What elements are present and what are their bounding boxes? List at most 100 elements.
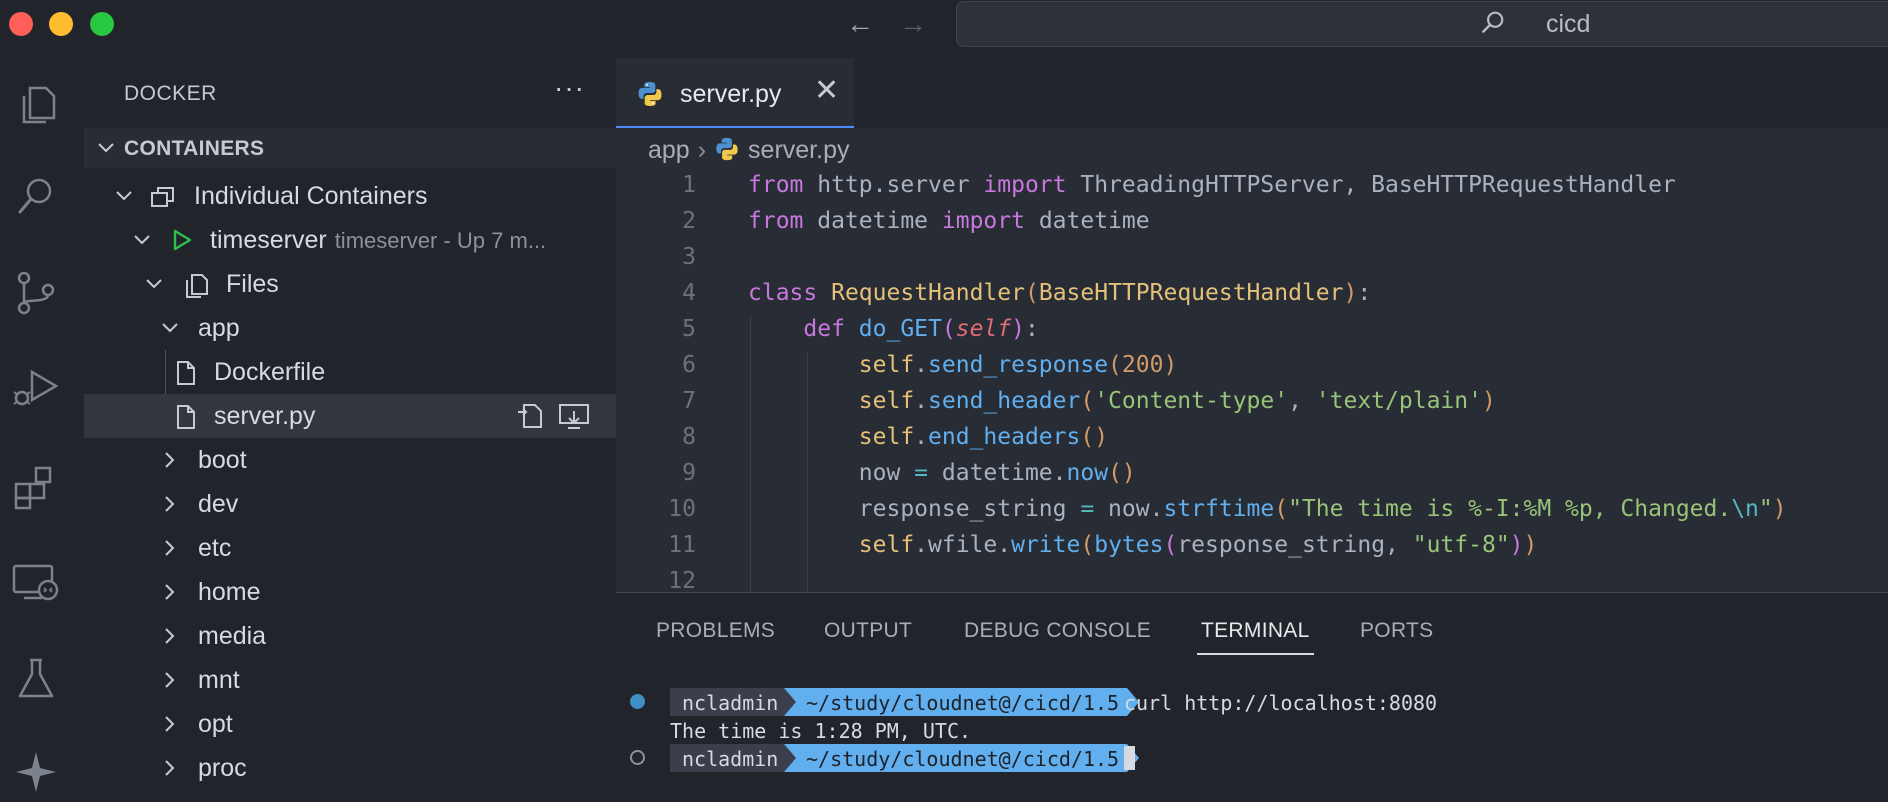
tree-item-individual-containers[interactable]: Individual Containers — [84, 174, 616, 218]
back-arrow-icon[interactable]: ← — [846, 8, 874, 40]
python-file-icon — [716, 137, 738, 161]
code-line: 5 def do_GET(self): — [682, 316, 1039, 342]
tree-item-folder-etc[interactable]: etc — [84, 526, 616, 570]
tree-item-label: Dockerfile — [214, 358, 326, 386]
tab-problems[interactable]: PROBLEMS — [656, 619, 775, 643]
file-icon — [177, 361, 195, 385]
tree-item-folder-dev[interactable]: dev — [84, 482, 616, 526]
chevron-right-icon — [165, 540, 175, 556]
tree-item-folder-home[interactable]: home — [84, 570, 616, 614]
extensions-icon[interactable] — [10, 460, 62, 512]
tree-item-folder-proc[interactable]: proc — [84, 746, 616, 790]
code-line: 9 now = datetime.now() — [682, 460, 1136, 486]
tree-item-label: app — [198, 314, 240, 342]
tree-item-folder-app[interactable]: app — [84, 306, 616, 350]
tree-item-label: Files — [226, 270, 279, 298]
tab-ports[interactable]: PORTS — [1360, 619, 1433, 643]
code-line: 8 self.end_headers() — [682, 424, 1109, 450]
code-editor[interactable]: 1 from http.server import ThreadingHTTPSe… — [616, 172, 1888, 592]
command-status-dot[interactable] — [630, 694, 645, 709]
search-icon — [1482, 11, 1504, 33]
tree-item-label: opt — [198, 710, 233, 738]
code-line: 11 self.wfile.write(bytes(response_strin… — [668, 532, 1538, 558]
tree-item-file-dockerfile[interactable]: Dockerfile — [84, 350, 616, 394]
tree-item-label: Individual Containers — [194, 182, 428, 210]
close-window-button[interactable] — [9, 12, 33, 36]
code-line: 4 class RequestHandler(BaseHTTPRequestHan… — [682, 280, 1372, 306]
tree-item-label: home — [198, 578, 261, 606]
open-file-icon[interactable] — [516, 402, 546, 430]
tab-terminal[interactable]: TERMINAL — [1197, 619, 1314, 655]
docker-sidebar: DOCKER ··· CONTAINERS Individual Contain… — [84, 58, 616, 802]
prompt-path: ~/study/cloudnet@/cicd/1.5 — [784, 744, 1140, 772]
run-debug-icon[interactable] — [10, 360, 62, 412]
file-icon — [177, 405, 195, 429]
tree-item-folder-opt[interactable]: opt — [84, 702, 616, 746]
containers-group-icon — [151, 187, 174, 207]
tab-label: server.py — [680, 80, 782, 108]
terminal-command: curl http://localhost:8080 — [1124, 691, 1438, 715]
code-line: 6 self.send_response(200) — [682, 352, 1178, 378]
tree-item-label: mnt — [198, 666, 240, 694]
editor-tabs-bar: server.py ✕ — [616, 58, 1888, 128]
copilot-icon[interactable] — [10, 746, 62, 798]
minimize-window-button[interactable] — [49, 12, 73, 36]
sidebar-title: DOCKER — [124, 82, 217, 105]
containers-section-label: CONTAINERS — [124, 137, 265, 160]
breadcrumb-folder[interactable]: app — [648, 136, 690, 164]
breadcrumb-file[interactable]: server.py — [748, 136, 849, 164]
container-name: timeserver — [210, 226, 327, 254]
command-status-dot[interactable] — [630, 750, 645, 765]
tree-item-container-timeserver[interactable]: timeserver timeserver - Up 7 m... — [84, 218, 616, 262]
code-line: 2 from datetime import datetime — [682, 208, 1150, 234]
chevron-right-icon — [165, 716, 175, 732]
code-line: 10 response_string = now.strftime("The t… — [668, 496, 1787, 522]
python-file-icon — [638, 82, 662, 106]
testing-icon[interactable] — [10, 652, 62, 704]
tree-item-label: boot — [198, 446, 247, 474]
prompt-user: ncladmin — [670, 688, 791, 716]
tree-item-file-server-py[interactable]: server.py — [84, 394, 616, 438]
activity-bar — [0, 48, 84, 802]
close-tab-icon[interactable]: ✕ — [814, 76, 839, 106]
editor-area: server.py ✕ app › server.py 1 from http.se… — [616, 58, 1888, 592]
tree-item-label: media — [198, 622, 267, 650]
container-status: timeserver - Up 7 m... — [334, 228, 547, 253]
explorer-icon[interactable] — [10, 78, 62, 130]
source-control-icon[interactable] — [10, 266, 62, 318]
chevron-right-icon: › — [697, 136, 707, 164]
command-center-search[interactable] — [956, 1, 1888, 47]
tree-item-files[interactable]: Files — [84, 262, 616, 306]
tree-item-folder-boot[interactable]: boot — [84, 438, 616, 482]
tree-item-label: etc — [198, 534, 232, 562]
chevron-down-icon — [116, 191, 132, 201]
tree-item-label: proc — [198, 754, 247, 782]
search-icon[interactable] — [10, 170, 62, 222]
more-actions-button[interactable]: ··· — [554, 72, 585, 104]
bottom-panel: PROBLEMS OUTPUT DEBUG CONSOLE TERMINAL P… — [616, 592, 1888, 802]
files-icon — [186, 274, 208, 298]
containers-section-header[interactable]: CONTAINERS — [84, 128, 616, 168]
code-line: 7 self.send_header('Content-type', 'text… — [682, 388, 1496, 414]
remote-explorer-icon[interactable] — [10, 556, 62, 608]
terminal-cursor — [1124, 746, 1135, 770]
tree-item-folder-media[interactable]: media — [84, 614, 616, 658]
search-text: cicd — [1546, 10, 1591, 38]
maximize-window-button[interactable] — [90, 12, 114, 36]
chevron-down-icon — [98, 143, 114, 153]
tab-debug-console[interactable]: DEBUG CONSOLE — [964, 619, 1151, 643]
breadcrumb: app › server.py — [648, 136, 849, 165]
code-line: 1 from http.server import ThreadingHTTPSe… — [682, 172, 1676, 198]
tree-item-label: server.py — [214, 402, 316, 430]
tab-server-py[interactable]: server.py ✕ — [616, 58, 854, 128]
tree-item-label: dev — [198, 490, 239, 518]
tab-output[interactable]: OUTPUT — [824, 619, 912, 643]
prompt-user: ncladmin — [670, 744, 791, 772]
chevron-down-icon — [134, 235, 150, 245]
chevron-down-icon — [162, 323, 178, 333]
chevron-right-icon — [165, 496, 175, 512]
forward-arrow-icon[interactable]: → — [899, 8, 927, 40]
tree-item-folder-mnt[interactable]: mnt — [84, 658, 616, 702]
chevron-right-icon — [165, 452, 175, 468]
download-file-icon[interactable] — [558, 402, 590, 430]
